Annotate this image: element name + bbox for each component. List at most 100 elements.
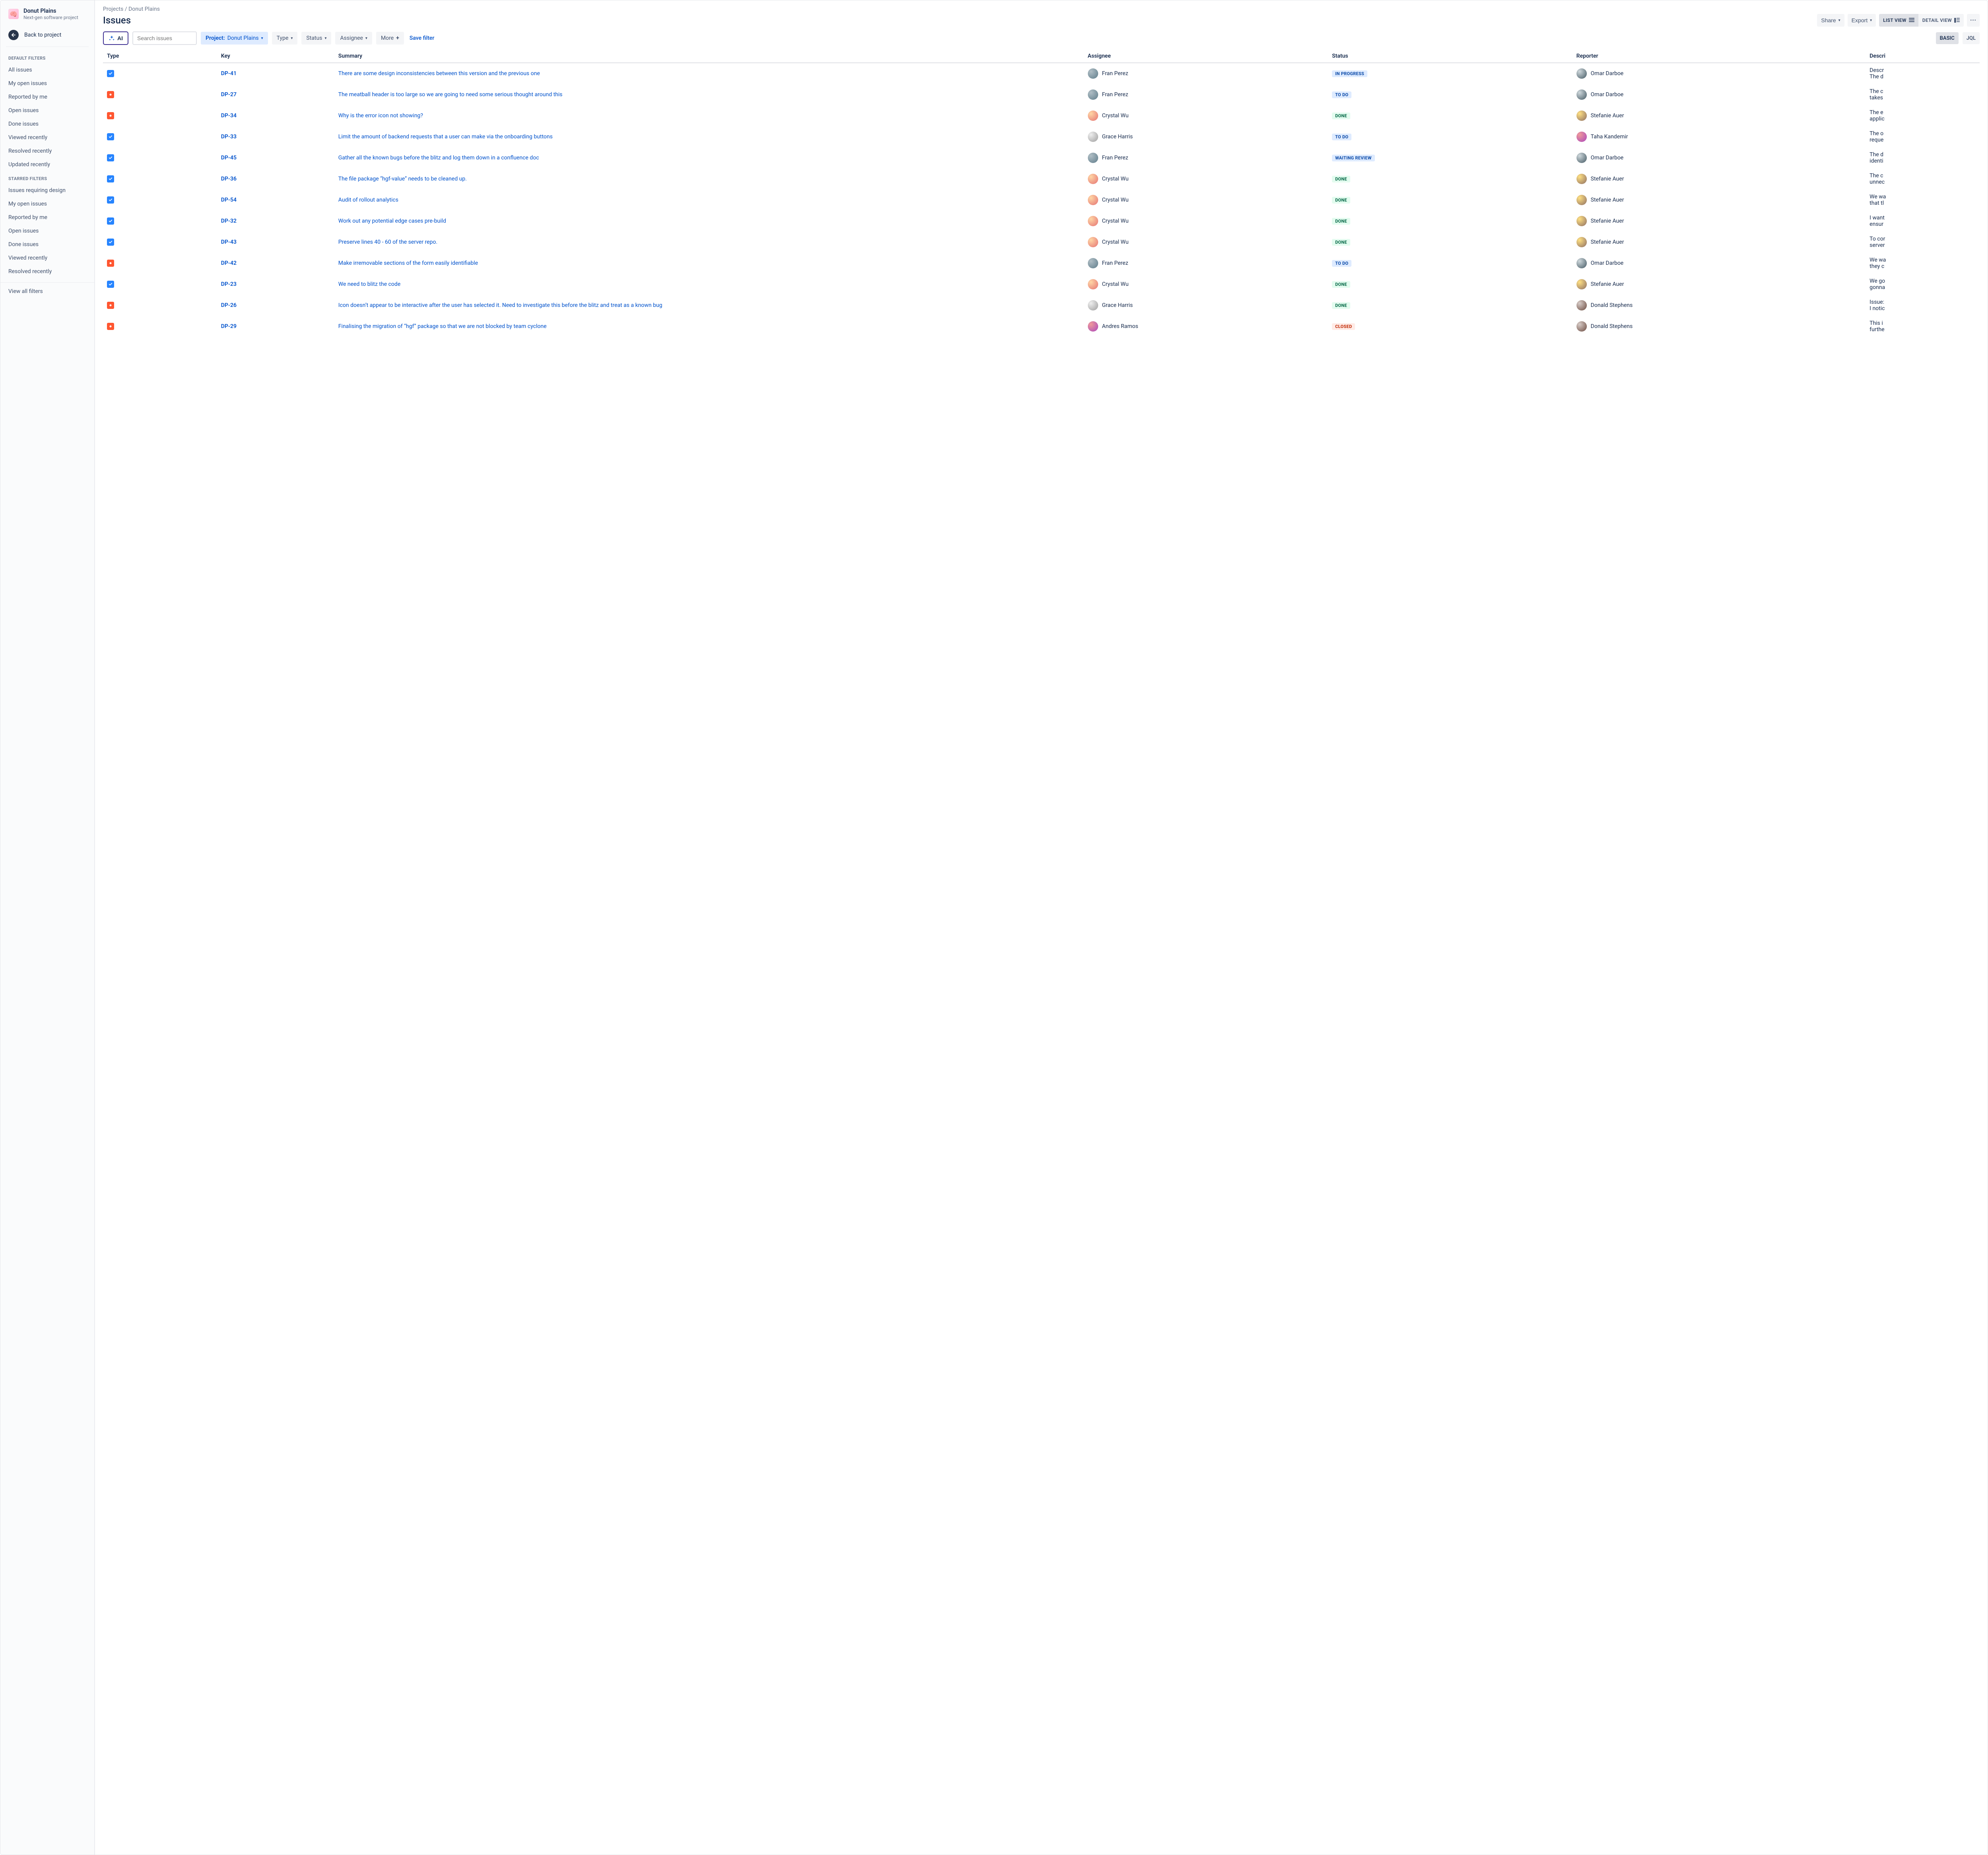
reporter-cell[interactable]: Taha Kandemir — [1576, 132, 1862, 142]
more-actions-button[interactable]: ··· — [1967, 14, 1980, 27]
issue-key-link[interactable]: DP-54 — [221, 197, 237, 203]
table-row[interactable]: DP-45Gather all the known bugs before th… — [103, 147, 1980, 169]
table-row[interactable]: DP-27 The meatball header is too large so… — [103, 84, 1980, 105]
issue-summary-link[interactable]: Why is the error icon not showing? — [338, 112, 423, 120]
sidebar-item[interactable]: Done issues — [0, 117, 94, 131]
issue-key-link[interactable]: DP-41 — [221, 70, 237, 77]
status-badge[interactable]: DONE — [1332, 218, 1350, 225]
sidebar-item[interactable]: Issues requiring design — [0, 184, 94, 197]
status-badge[interactable]: DONE — [1332, 113, 1350, 119]
issue-summary-link[interactable]: Make irremovable sections of the form ea… — [338, 260, 478, 267]
sidebar-item[interactable]: Updated recently — [0, 158, 94, 171]
reporter-cell[interactable]: Omar Darboe — [1576, 258, 1862, 268]
share-button[interactable]: Share ▾ — [1817, 14, 1844, 27]
sidebar-item[interactable]: Open issues — [0, 224, 94, 238]
reporter-cell[interactable]: Donald Stephens — [1576, 300, 1862, 310]
table-row[interactable]: DP-26Icon doesn’t appear to be interacti… — [103, 295, 1980, 316]
project-header[interactable]: 🧠 Donut Plains Next-gen software project — [0, 0, 94, 26]
issue-summary-link[interactable]: The meatball header is too large so we a… — [338, 91, 563, 99]
sidebar-item[interactable]: Viewed recently — [0, 131, 94, 144]
jql-mode[interactable]: JQL — [1963, 32, 1980, 44]
issue-key-link[interactable]: DP-36 — [221, 176, 237, 182]
assignee-cell[interactable]: Crystal Wu — [1088, 174, 1324, 184]
status-badge[interactable]: IN PROGRESS — [1332, 70, 1367, 77]
reporter-cell[interactable]: Omar Darboe — [1576, 68, 1862, 79]
status-badge[interactable]: CLOSED — [1332, 323, 1355, 330]
assignee-cell[interactable]: Crystal Wu — [1088, 237, 1324, 247]
ai-button[interactable]: AI — [103, 31, 128, 45]
issue-key-link[interactable]: DP-27 — [221, 91, 237, 98]
view-all-filters[interactable]: View all filters — [0, 282, 94, 300]
issue-summary-link[interactable]: The file package “hgf-value” needs to be… — [338, 175, 467, 183]
col-type[interactable]: Type — [103, 50, 217, 63]
status-badge[interactable]: TO DO — [1332, 134, 1351, 140]
sidebar-item[interactable]: Viewed recently — [0, 251, 94, 265]
sidebar-item[interactable]: Done issues — [0, 238, 94, 251]
reporter-cell[interactable]: Stefanie Auer — [1576, 195, 1862, 205]
search-input[interactable] — [132, 31, 197, 45]
table-row[interactable]: DP-32 Work out any potential edge cases p… — [103, 211, 1980, 232]
status-badge[interactable]: DONE — [1332, 239, 1350, 246]
assignee-cell[interactable]: Fran Perez — [1088, 258, 1324, 268]
issue-key-link[interactable]: DP-45 — [221, 155, 237, 161]
sidebar-item[interactable]: All issues — [0, 63, 94, 77]
detail-view-button[interactable]: DETAIL VIEW — [1918, 14, 1964, 27]
assignee-cell[interactable]: Grace Harris — [1088, 132, 1324, 142]
export-button[interactable]: Export ▾ — [1848, 14, 1876, 27]
sidebar-item[interactable]: Reported by me — [0, 211, 94, 224]
breadcrumb-projects[interactable]: Projects — [103, 6, 123, 12]
sidebar-item[interactable]: Reported by me — [0, 90, 94, 104]
col-description[interactable]: Descri — [1866, 50, 1980, 63]
col-assignee[interactable]: Assignee — [1084, 50, 1328, 63]
assignee-cell[interactable]: Crystal Wu — [1088, 195, 1324, 205]
issue-key-link[interactable]: DP-26 — [221, 302, 237, 309]
status-badge[interactable]: DONE — [1332, 197, 1350, 204]
col-reporter[interactable]: Reporter — [1573, 50, 1866, 63]
status-badge[interactable]: WAITING REVIEW — [1332, 155, 1375, 161]
status-badge[interactable]: DONE — [1332, 176, 1350, 182]
sidebar-item[interactable]: Resolved recently — [0, 265, 94, 278]
issue-key-link[interactable]: DP-34 — [221, 113, 237, 119]
back-to-project[interactable]: Back to project — [0, 26, 94, 47]
col-key[interactable]: Key — [217, 50, 334, 63]
sidebar-item[interactable]: Resolved recently — [0, 144, 94, 158]
assignee-cell[interactable]: Crystal Wu — [1088, 216, 1324, 226]
issue-summary-link[interactable]: Finalising the migration of “hgf” packag… — [338, 323, 547, 330]
status-badge[interactable]: TO DO — [1332, 91, 1351, 98]
issue-summary-link[interactable]: Work out any potential edge cases pre-bu… — [338, 217, 446, 225]
assignee-cell[interactable]: Crystal Wu — [1088, 279, 1324, 289]
issue-summary-link[interactable]: We need to blitz the code — [338, 281, 400, 288]
table-row[interactable]: DP-54Audit of rollout analyticsCrystal W… — [103, 190, 1980, 211]
status-badge[interactable]: DONE — [1332, 281, 1350, 288]
table-row[interactable]: DP-41 There are some design inconsistenci… — [103, 63, 1980, 84]
issue-summary-link[interactable]: Preserve lines 40 - 60 of the server rep… — [338, 239, 437, 246]
sidebar-item[interactable]: My open issues — [0, 197, 94, 211]
table-row[interactable]: DP-33Limit the amount of backend request… — [103, 126, 1980, 147]
table-wrap[interactable]: Type Key Summary Assignee Status Reporte… — [103, 50, 1980, 337]
status-badge[interactable]: TO DO — [1332, 260, 1351, 267]
col-status[interactable]: Status — [1328, 50, 1573, 63]
issue-key-link[interactable]: DP-43 — [221, 239, 237, 245]
reporter-cell[interactable]: Donald Stephens — [1576, 321, 1862, 332]
sidebar-item[interactable]: My open issues — [0, 77, 94, 90]
issue-key-link[interactable]: DP-32 — [221, 218, 237, 224]
save-filter-link[interactable]: Save filter — [410, 35, 435, 41]
list-view-button[interactable]: LIST VIEW — [1879, 14, 1918, 27]
issue-key-link[interactable]: DP-42 — [221, 260, 237, 266]
assignee-filter[interactable]: Assignee ▾ — [335, 32, 372, 45]
issue-summary-link[interactable]: There are some design inconsistencies be… — [338, 70, 540, 78]
reporter-cell[interactable]: Omar Darboe — [1576, 89, 1862, 100]
issue-key-link[interactable]: DP-23 — [221, 281, 237, 287]
table-row[interactable]: DP-43 Preserve lines 40 - 60 of the serve… — [103, 232, 1980, 253]
breadcrumb-project-name[interactable]: Donut Plains — [128, 6, 160, 12]
issue-key-link[interactable]: DP-29 — [221, 323, 237, 330]
table-row[interactable]: DP-29 Finalising the migration of “hgf” p… — [103, 316, 1980, 337]
table-row[interactable]: DP-42 Make irremovable sections of the fo… — [103, 253, 1980, 274]
issue-key-link[interactable]: DP-33 — [221, 134, 237, 140]
basic-mode[interactable]: BASIC — [1936, 32, 1959, 44]
table-row[interactable]: DP-23 We need to blitz the code Crystal Wu… — [103, 274, 1980, 295]
table-row[interactable]: DP-34Why is the error icon not showing?C… — [103, 105, 1980, 126]
assignee-cell[interactable]: Fran Perez — [1088, 89, 1324, 100]
reporter-cell[interactable]: Omar Darboe — [1576, 153, 1862, 163]
reporter-cell[interactable]: Stefanie Auer — [1576, 216, 1862, 226]
